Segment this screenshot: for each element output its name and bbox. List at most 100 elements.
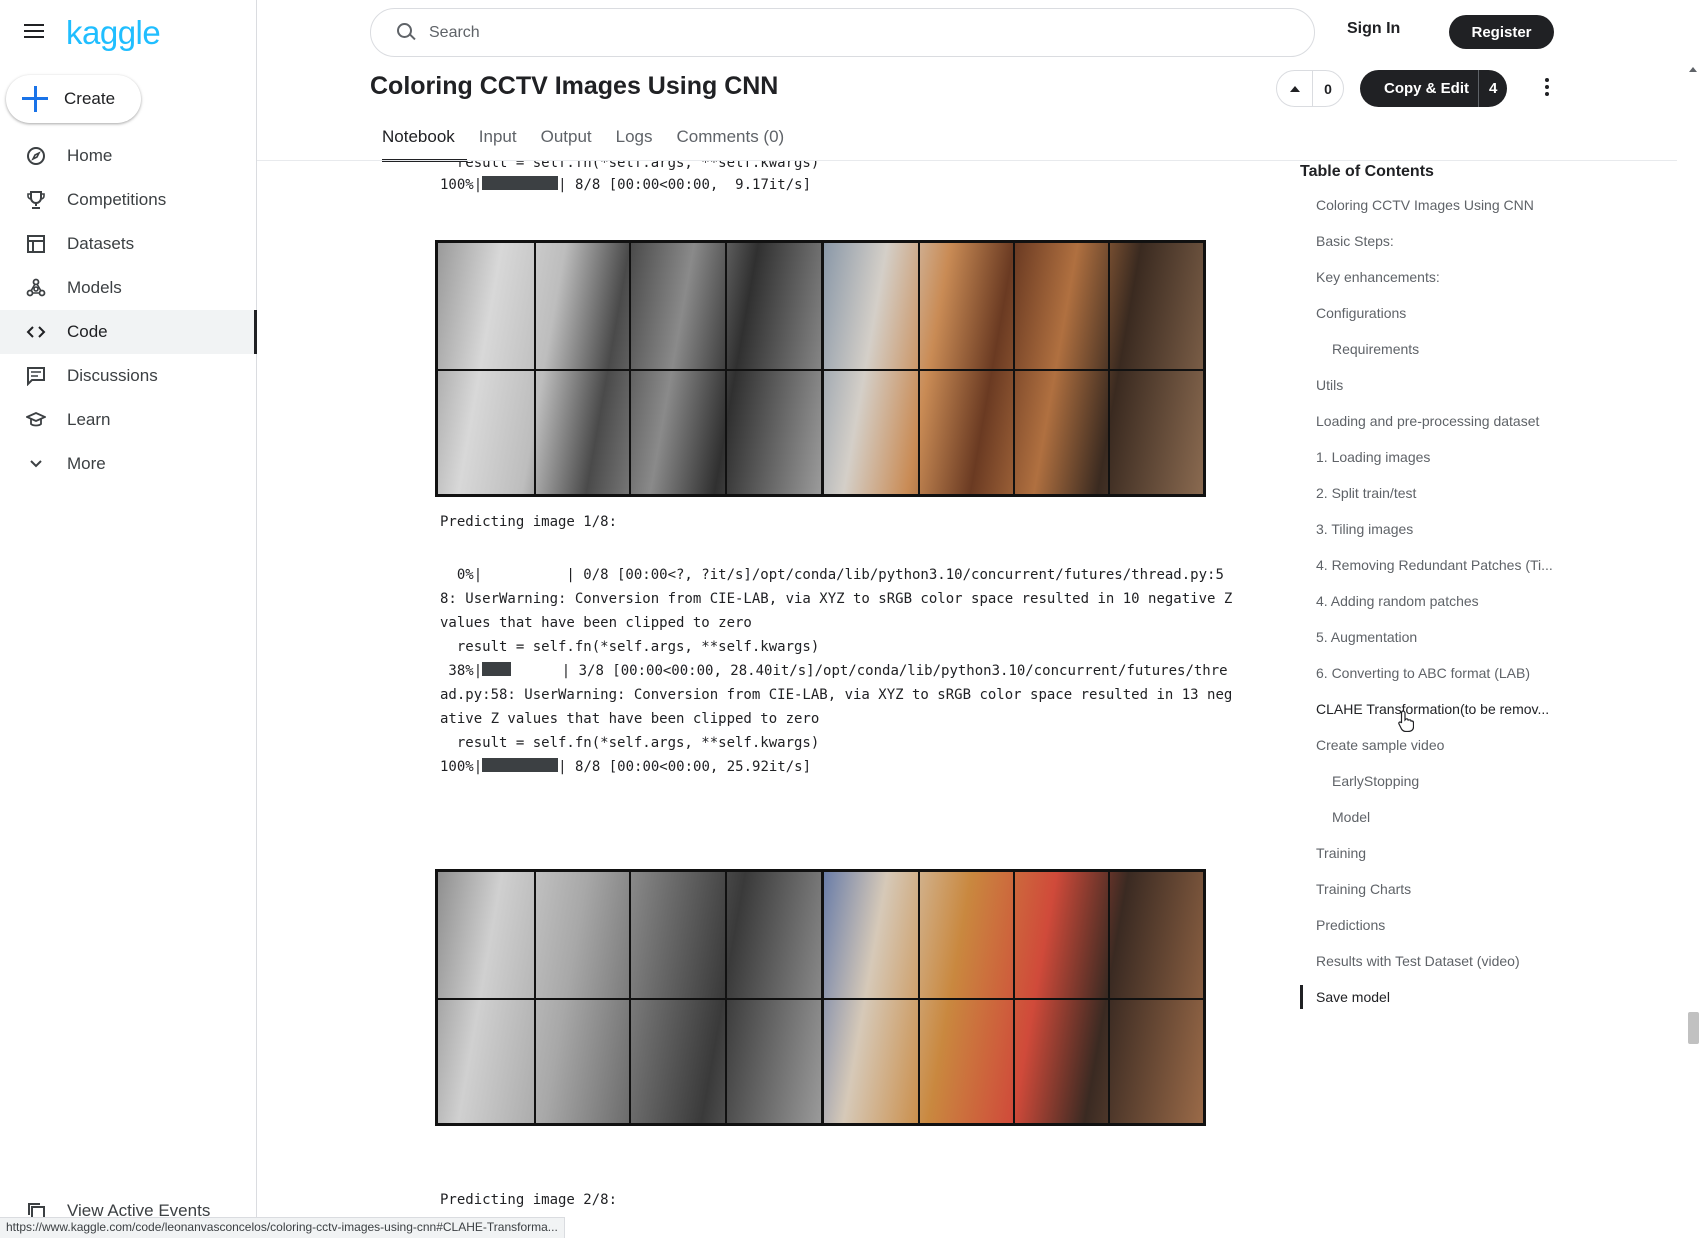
prediction-image-2 bbox=[435, 869, 1206, 1126]
create-button[interactable]: Create bbox=[6, 75, 141, 123]
status-bar-url: https://www.kaggle.com/code/leonanvascon… bbox=[0, 1217, 565, 1238]
grayscale-image bbox=[438, 872, 821, 1123]
toc-item[interactable]: Predictions bbox=[1300, 913, 1570, 949]
log-line: 8: UserWarning: Conversion from CIE-LAB,… bbox=[440, 591, 1233, 607]
chevron-down-icon bbox=[25, 453, 47, 475]
toc-item[interactable]: Training bbox=[1300, 841, 1570, 877]
sidebar-item-label: Home bbox=[67, 146, 113, 165]
toc-item[interactable]: Save model bbox=[1300, 985, 1570, 1021]
sidebar-item-home[interactable]: Home bbox=[0, 134, 256, 178]
toc-item[interactable]: 2. Split train/test bbox=[1300, 481, 1570, 517]
compass-icon bbox=[25, 145, 47, 167]
sidebar-item-datasets[interactable]: Datasets bbox=[0, 222, 256, 266]
toc-item[interactable]: Utils bbox=[1300, 373, 1570, 409]
scroll-up-arrow-icon[interactable] bbox=[1689, 67, 1697, 72]
tab-output[interactable]: Output bbox=[529, 118, 604, 160]
copy-edit-button[interactable]: Copy & Edit 4 bbox=[1360, 70, 1507, 107]
toc-item[interactable]: Loading and pre-processing dataset bbox=[1300, 409, 1570, 445]
colorized-image bbox=[820, 243, 1203, 494]
sidebar-item-discussions[interactable]: Discussions bbox=[0, 354, 256, 398]
toc-item[interactable]: Coloring CCTV Images Using CNN bbox=[1300, 193, 1570, 229]
sidebar-item-label: Datasets bbox=[67, 234, 135, 253]
toc-item[interactable]: Configurations bbox=[1300, 301, 1570, 337]
plus-icon bbox=[22, 86, 48, 112]
progress-line: 100%| | 8/8 [00:00<00:00, 25.92it/s] bbox=[440, 755, 811, 779]
progress-suffix: | 8/8 [00:00<00:00, 25.92it/s] bbox=[558, 759, 812, 775]
page-scrollbar[interactable] bbox=[1685, 62, 1702, 1238]
tab-comments[interactable]: Comments (0) bbox=[665, 118, 797, 160]
progress-bar-fill bbox=[482, 758, 559, 772]
colorized-image bbox=[820, 872, 1203, 1123]
sidebar-item-label: Competitions bbox=[67, 190, 167, 209]
toc-item[interactable]: 6. Converting to ABC format (LAB) bbox=[1300, 661, 1570, 697]
toc-item[interactable]: 1. Loading images bbox=[1300, 445, 1570, 481]
search-bar[interactable] bbox=[370, 8, 1315, 57]
log-line: ad.py:58: UserWarning: Conversion from C… bbox=[440, 687, 1233, 703]
grayscale-image bbox=[438, 243, 821, 494]
copy-edit-count: 4 bbox=[1478, 70, 1497, 107]
predicting-label: Predicting image 2/8: bbox=[440, 1192, 618, 1208]
progress-line: 100%| | 8/8 [00:00<00:00, 9.17it/s] bbox=[440, 173, 811, 197]
sidebar-item-label: Models bbox=[67, 278, 122, 297]
toc-item[interactable]: 5. Augmentation bbox=[1300, 625, 1570, 661]
sidebar-item-models[interactable]: Models bbox=[0, 266, 256, 310]
sidebar-item-label: More bbox=[67, 454, 106, 473]
sidebar-item-competitions[interactable]: Competitions bbox=[0, 178, 256, 222]
table-of-contents: Table of Contents Coloring CCTV Images U… bbox=[1300, 163, 1570, 1021]
log-line: result = self.fn(*self.args, **self.kwar… bbox=[440, 639, 820, 655]
sidebar: kaggle Create Home Competitions Datasets bbox=[0, 0, 257, 1238]
notebook-content: result = self.fn(*self.args, **self.kwar… bbox=[257, 161, 1297, 1238]
sidebar-item-learn[interactable]: Learn bbox=[0, 398, 256, 442]
table-icon bbox=[25, 233, 47, 255]
toc-item[interactable]: Create sample video bbox=[1300, 733, 1570, 769]
scroll-thumb[interactable] bbox=[1688, 1012, 1699, 1044]
upvote-arrow-icon[interactable] bbox=[1277, 71, 1313, 106]
toc-item[interactable]: 4. Removing Redundant Patches (Ti... bbox=[1300, 553, 1570, 589]
upvote-widget: 0 bbox=[1276, 70, 1344, 107]
search-input[interactable] bbox=[429, 23, 1289, 42]
trophy-icon bbox=[25, 189, 47, 211]
more-options-icon[interactable] bbox=[1543, 78, 1551, 98]
progress-line: 38%| | 3/8 [00:00<00:00, 28.40it/s]/opt/… bbox=[440, 659, 1228, 683]
tab-input[interactable]: Input bbox=[467, 118, 529, 160]
register-button[interactable]: Register bbox=[1449, 15, 1554, 49]
sidebar-nav: Home Competitions Datasets Models Code D… bbox=[0, 134, 257, 486]
page-title: Coloring CCTV Images Using CNN bbox=[370, 72, 779, 100]
kaggle-logo[interactable]: kaggle bbox=[66, 14, 161, 52]
toc-item[interactable]: CLAHE Transformation(to be remov... bbox=[1300, 697, 1570, 733]
toc-item[interactable]: Training Charts bbox=[1300, 877, 1570, 913]
log-line: 0%| | 0/8 [00:00<?, ?it/s]/opt/conda/lib… bbox=[440, 567, 1224, 583]
create-label: Create bbox=[64, 89, 116, 108]
vote-count: 0 bbox=[1324, 80, 1332, 97]
code-icon bbox=[25, 321, 47, 343]
sidebar-item-more[interactable]: More bbox=[0, 442, 256, 486]
predicting-label: Predicting image 1/8: bbox=[440, 514, 618, 530]
models-icon bbox=[25, 277, 47, 299]
log-line: values that have been clipped to zero bbox=[440, 615, 752, 631]
progress-prefix: 100%| bbox=[440, 759, 483, 775]
hamburger-menu-icon[interactable] bbox=[22, 20, 50, 44]
toc-item[interactable]: Model bbox=[1300, 805, 1570, 841]
sign-in-button[interactable]: Sign In bbox=[1347, 20, 1400, 38]
tab-logs[interactable]: Logs bbox=[604, 118, 665, 160]
toc-item[interactable]: Key enhancements: bbox=[1300, 265, 1570, 301]
progress-suffix: | 3/8 [00:00<00:00, 28.40it/s]/opt/conda… bbox=[511, 663, 1228, 679]
toc-item[interactable]: 3. Tiling images bbox=[1300, 517, 1570, 553]
graduation-cap-icon bbox=[25, 409, 47, 431]
discussion-icon bbox=[25, 365, 47, 387]
toc-item[interactable]: EarlyStopping bbox=[1300, 769, 1570, 805]
toc-item[interactable]: 4. Adding random patches bbox=[1300, 589, 1570, 625]
toc-item[interactable]: Results with Test Dataset (video) bbox=[1300, 949, 1570, 985]
sidebar-item-label: Discussions bbox=[67, 366, 158, 385]
log-line: ative Z values that have been clipped to… bbox=[440, 711, 820, 727]
sidebar-item-label: Code bbox=[67, 322, 108, 341]
toc-item[interactable]: Basic Steps: bbox=[1300, 229, 1570, 265]
toc-item[interactable]: Requirements bbox=[1300, 337, 1570, 373]
progress-bar-fill bbox=[482, 662, 512, 676]
log-line: result = self.fn(*self.args, **self.kwar… bbox=[440, 735, 820, 751]
tab-notebook[interactable]: Notebook bbox=[370, 118, 467, 162]
hand-cursor-icon bbox=[1398, 710, 1414, 732]
progress-suffix: | 8/8 [00:00<00:00, 9.17it/s] bbox=[558, 177, 812, 193]
progress-bar-fill bbox=[482, 176, 559, 190]
sidebar-item-code[interactable]: Code bbox=[0, 310, 257, 354]
